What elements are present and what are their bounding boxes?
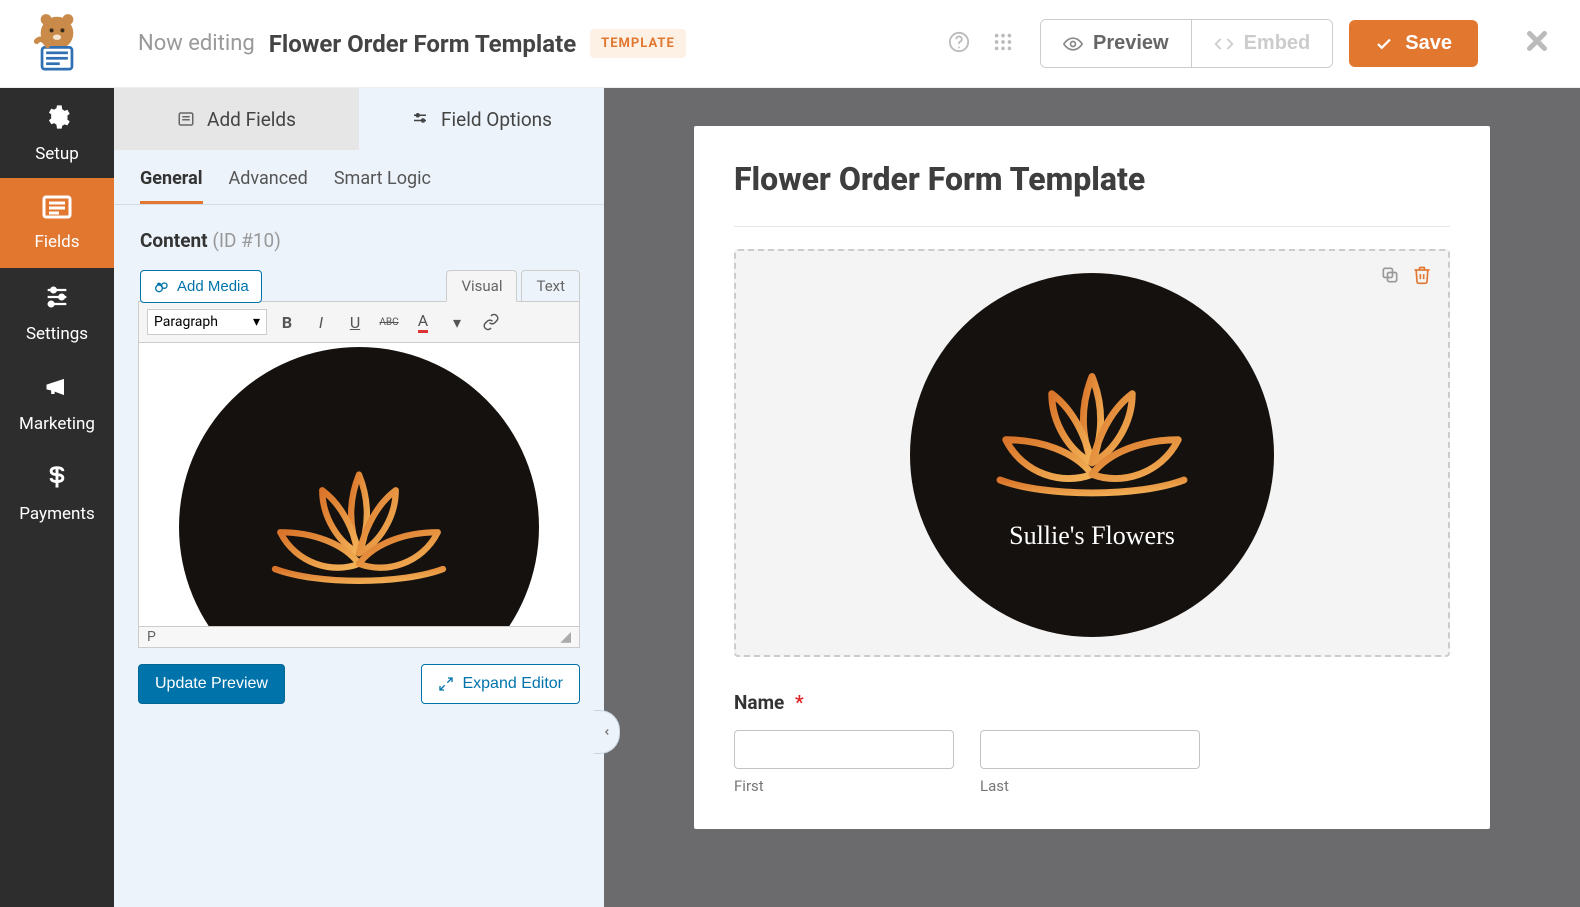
- link-icon: [482, 313, 500, 331]
- sidebar-item-label: Fields: [34, 232, 79, 252]
- subtab-general[interactable]: General: [140, 164, 203, 204]
- logo-image: [179, 347, 539, 627]
- chevron-down-icon: ▾: [253, 314, 260, 330]
- lotus-icon: [254, 457, 464, 597]
- expand-editor-button[interactable]: Expand Editor: [421, 664, 580, 704]
- sidebar-item-label: Payments: [19, 504, 94, 524]
- sidebar-item-fields[interactable]: Fields: [0, 178, 114, 268]
- sliders-small-icon: [411, 110, 429, 128]
- bold-button[interactable]: B: [273, 308, 301, 336]
- resize-handle-icon[interactable]: ◢: [560, 629, 571, 645]
- close-icon: [1522, 26, 1552, 56]
- editor-tab-visual[interactable]: Visual: [446, 270, 517, 302]
- editor-path: P: [147, 629, 156, 645]
- top-bar: Now editing Flower Order Form Template T…: [0, 0, 1580, 88]
- content-label: Content: [140, 229, 208, 252]
- name-field-label: Name *: [734, 691, 1450, 714]
- save-button[interactable]: Save: [1349, 20, 1478, 67]
- wpforms-logo-icon: [23, 10, 91, 78]
- add-media-label: Add Media: [177, 278, 249, 295]
- underline-button[interactable]: U: [341, 308, 369, 336]
- media-icon: [153, 279, 169, 295]
- sidebar-item-label: Settings: [26, 324, 88, 344]
- sidebar-item-label: Marketing: [19, 414, 95, 434]
- tab-label: Add Fields: [207, 108, 296, 131]
- duplicate-field-button[interactable]: [1380, 265, 1400, 289]
- editor-status-bar: P ◢: [138, 627, 580, 648]
- sidebar-item-marketing[interactable]: Marketing: [0, 358, 114, 448]
- tab-field-options[interactable]: Field Options: [359, 88, 604, 150]
- sliders-icon: [43, 283, 71, 316]
- preview-embed-group: Preview Embed: [1040, 19, 1333, 68]
- selected-content-block[interactable]: Sullie's Flowers: [734, 249, 1450, 657]
- textcolor-dropdown[interactable]: ▾: [443, 308, 471, 336]
- sidebar-item-label: Setup: [35, 144, 79, 164]
- product-logo: [0, 0, 114, 87]
- first-name-sublabel: First: [734, 777, 954, 795]
- form-preview-area: Flower Order Form Template: [604, 88, 1580, 907]
- sidebar-item-payments[interactable]: Payments: [0, 448, 114, 538]
- textcolor-button[interactable]: A: [409, 308, 437, 336]
- logo-text: Sullie's Flowers: [1009, 521, 1175, 551]
- preview-form-title: Flower Order Form Template: [734, 160, 1450, 227]
- help-icon[interactable]: [948, 31, 970, 57]
- expand-icon: [438, 676, 454, 692]
- code-icon: [1214, 34, 1234, 54]
- subtab-advanced[interactable]: Advanced: [229, 164, 308, 204]
- check-icon: [1375, 35, 1393, 53]
- strikethrough-button[interactable]: ABC: [375, 308, 403, 336]
- delete-field-button[interactable]: [1412, 265, 1432, 289]
- sidebar-item-setup[interactable]: Setup: [0, 88, 114, 178]
- tab-add-fields[interactable]: Add Fields: [114, 88, 359, 150]
- builder-sidebar: Setup Fields Settings Marketing Payments: [0, 88, 114, 907]
- template-badge: TEMPLATE: [590, 29, 686, 58]
- style-select-value: Paragraph: [154, 314, 218, 330]
- form-icon: [177, 110, 195, 128]
- gear-icon: [43, 103, 71, 136]
- first-name-input[interactable]: [734, 730, 954, 769]
- form-preview-card: Flower Order Form Template: [694, 126, 1490, 829]
- required-marker: *: [795, 691, 804, 714]
- top-toolbar-icons: [948, 31, 1014, 57]
- name-label-text: Name: [734, 691, 784, 714]
- preview-logo-image: Sullie's Flowers: [910, 273, 1274, 637]
- preview-button[interactable]: Preview: [1041, 20, 1191, 67]
- content-id: (ID #10): [212, 229, 281, 252]
- subtab-smart-logic[interactable]: Smart Logic: [334, 164, 431, 204]
- sidebar-item-settings[interactable]: Settings: [0, 268, 114, 358]
- last-name-input[interactable]: [980, 730, 1200, 769]
- link-button[interactable]: [477, 308, 505, 336]
- now-editing-label: Now editing: [138, 31, 255, 56]
- tab-label: Field Options: [441, 108, 552, 131]
- eye-icon: [1063, 34, 1083, 54]
- last-name-sublabel: Last: [980, 777, 1200, 795]
- paragraph-style-select[interactable]: Paragraph ▾: [147, 309, 267, 335]
- editor-canvas[interactable]: [138, 343, 580, 627]
- dollar-icon: [43, 463, 71, 496]
- duplicate-icon: [1380, 265, 1400, 285]
- italic-button[interactable]: I: [307, 308, 335, 336]
- update-preview-button[interactable]: Update Preview: [138, 664, 285, 704]
- close-button[interactable]: [1522, 23, 1552, 65]
- save-label: Save: [1405, 32, 1452, 55]
- expand-editor-label: Expand Editor: [462, 675, 563, 693]
- apps-grid-icon[interactable]: [992, 31, 1014, 57]
- richtext-toolbar: Paragraph ▾ B I U ABC A ▾: [138, 301, 580, 343]
- lotus-icon: [977, 359, 1207, 509]
- preview-label: Preview: [1093, 32, 1169, 55]
- trash-icon: [1412, 265, 1432, 285]
- form-title[interactable]: Flower Order Form Template: [269, 30, 576, 58]
- add-media-button[interactable]: Add Media: [140, 270, 262, 303]
- editor-tab-text[interactable]: Text: [521, 270, 580, 302]
- list-icon: [42, 195, 72, 224]
- chevron-left-icon: [602, 725, 612, 739]
- embed-label: Embed: [1244, 32, 1311, 55]
- field-options-panel: Add Fields Field Options General Advance…: [114, 88, 604, 907]
- bullhorn-icon: [43, 373, 71, 406]
- embed-button[interactable]: Embed: [1191, 20, 1333, 67]
